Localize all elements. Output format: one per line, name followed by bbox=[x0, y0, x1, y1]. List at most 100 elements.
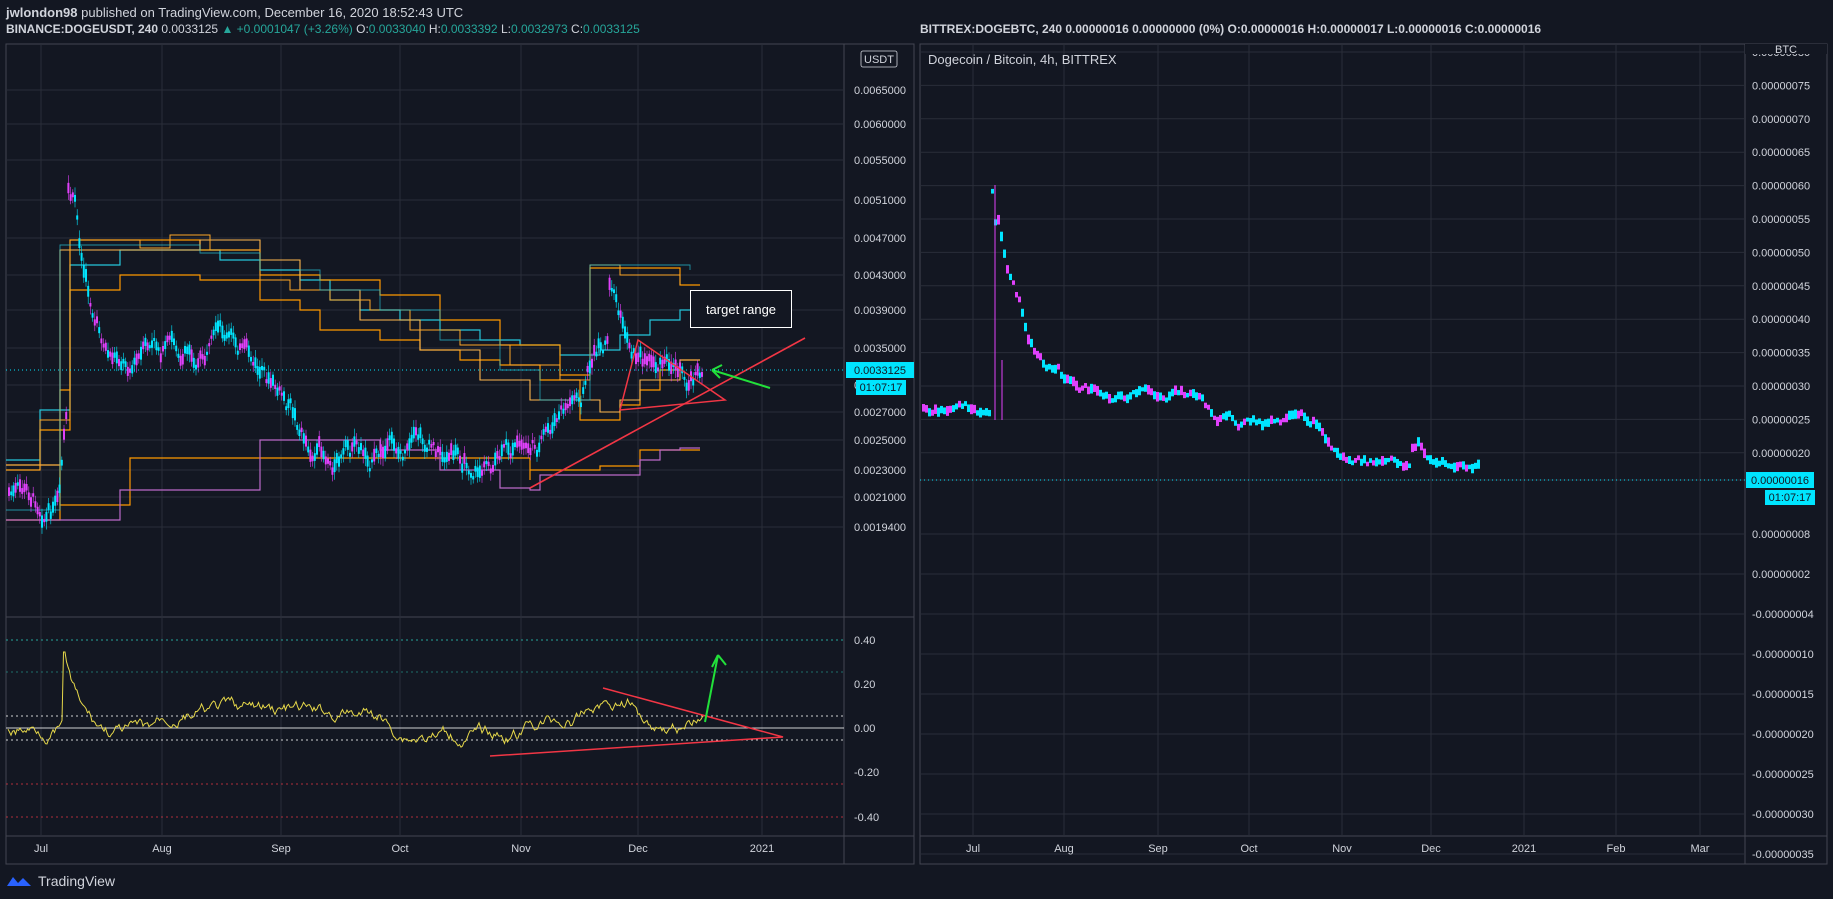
candle bbox=[1336, 447, 1339, 458]
candle bbox=[1459, 461, 1462, 468]
candle bbox=[1021, 308, 1024, 317]
right-price-tick: -0.00000004 bbox=[1752, 609, 1814, 621]
right-price-tick: 0.00000040 bbox=[1752, 314, 1810, 326]
candle bbox=[1183, 391, 1186, 399]
candle bbox=[1201, 394, 1204, 402]
right-price-tick: 0.00000008 bbox=[1752, 529, 1810, 541]
candle bbox=[1147, 385, 1150, 395]
right-price-tick: 0.00000055 bbox=[1752, 214, 1810, 226]
chart-canvas[interactable]: 0.0065000 0.0060000 0.0055000 0.0051000 0.00… bbox=[0, 0, 1833, 899]
candle bbox=[1240, 421, 1243, 428]
candle bbox=[1111, 398, 1114, 403]
candle bbox=[967, 404, 970, 413]
candle bbox=[1342, 452, 1345, 461]
candle bbox=[961, 403, 964, 409]
candle bbox=[946, 406, 949, 416]
right-price-tick: 0.00000025 bbox=[1752, 414, 1810, 426]
right-price-tick: 0.00000065 bbox=[1752, 147, 1810, 159]
candle bbox=[1087, 386, 1090, 395]
candle bbox=[1321, 428, 1324, 436]
candle bbox=[988, 409, 991, 417]
candle bbox=[1393, 456, 1396, 463]
footer-brand[interactable]: TradingView bbox=[6, 870, 115, 892]
osc-green-arrow-head bbox=[711, 654, 727, 668]
candle bbox=[1084, 383, 1087, 389]
band-hidden-2 bbox=[6, 175, 690, 460]
candle bbox=[1381, 456, 1384, 466]
candle bbox=[1198, 392, 1201, 400]
candle bbox=[940, 405, 943, 414]
right-price-tick: 0.00000002 bbox=[1752, 569, 1810, 581]
candle bbox=[1354, 457, 1357, 463]
candle bbox=[1072, 376, 1075, 387]
candle bbox=[1402, 462, 1405, 471]
band-hidden bbox=[6, 180, 680, 470]
candle bbox=[1237, 423, 1240, 431]
candle bbox=[1213, 415, 1216, 421]
candle bbox=[1387, 457, 1390, 463]
target-range-note[interactable]: target range bbox=[690, 290, 792, 328]
candle bbox=[1117, 391, 1120, 400]
left-price-tick: 0.0021000 bbox=[854, 492, 906, 504]
right-time-tick: Jul bbox=[966, 843, 980, 855]
candle bbox=[1312, 416, 1315, 425]
candle bbox=[943, 407, 946, 415]
candle bbox=[1258, 418, 1261, 425]
candle bbox=[1408, 463, 1411, 469]
right-timer-tag-text: 01:07:17 bbox=[1769, 492, 1812, 504]
candle bbox=[1327, 437, 1330, 447]
candle bbox=[1231, 414, 1234, 422]
candle bbox=[1162, 395, 1165, 401]
candle bbox=[937, 407, 940, 417]
left-price-tick: 0.0019400 bbox=[854, 522, 906, 534]
candle bbox=[1306, 416, 1309, 426]
candle bbox=[1099, 389, 1102, 397]
candle bbox=[1435, 457, 1438, 468]
left-price-tick: 0.0035000 bbox=[854, 343, 906, 355]
candle bbox=[1192, 389, 1195, 398]
candle bbox=[985, 408, 988, 416]
candle bbox=[1225, 411, 1228, 421]
candle bbox=[1252, 415, 1255, 423]
right-price-tick: -0.00000020 bbox=[1752, 729, 1814, 741]
candle bbox=[1156, 391, 1159, 402]
candle bbox=[1366, 461, 1369, 467]
candle bbox=[1009, 273, 1012, 281]
candle bbox=[1288, 410, 1291, 420]
right-price-tag-text: 0.00000016 bbox=[1751, 475, 1809, 487]
candle bbox=[1390, 455, 1393, 461]
candle bbox=[970, 404, 973, 415]
candle bbox=[1024, 322, 1027, 332]
candle bbox=[1168, 391, 1171, 401]
candle bbox=[1045, 364, 1048, 372]
candle bbox=[1396, 458, 1399, 468]
oscillator-line bbox=[7, 651, 705, 748]
candle bbox=[1456, 462, 1459, 472]
left-time-tick: Sep bbox=[271, 843, 291, 855]
right-time-tick: Dec bbox=[1421, 843, 1441, 855]
candle bbox=[1453, 462, 1456, 473]
candle bbox=[1372, 460, 1375, 466]
candle bbox=[1195, 392, 1198, 401]
right-price-tick: 0.00000050 bbox=[1752, 247, 1810, 259]
candle bbox=[1027, 334, 1030, 345]
candle bbox=[1348, 456, 1351, 465]
candle bbox=[1012, 280, 1015, 285]
right-price-tick: 0.00000075 bbox=[1752, 80, 1810, 92]
osc-tick: -0.20 bbox=[854, 767, 879, 779]
candle bbox=[1207, 404, 1210, 410]
candle bbox=[1204, 402, 1207, 409]
candle bbox=[1420, 442, 1423, 451]
candle bbox=[1285, 413, 1288, 423]
candle bbox=[982, 409, 985, 416]
left-time-tick: 2021 bbox=[750, 843, 774, 855]
candle bbox=[1474, 462, 1477, 469]
candle bbox=[1282, 417, 1285, 423]
candle bbox=[1051, 365, 1054, 373]
candle bbox=[1468, 464, 1471, 470]
candle bbox=[991, 188, 994, 194]
candle bbox=[1075, 380, 1078, 391]
candle bbox=[1129, 392, 1132, 400]
left-price-tick: 0.0047000 bbox=[854, 233, 906, 245]
candle bbox=[1384, 458, 1387, 465]
